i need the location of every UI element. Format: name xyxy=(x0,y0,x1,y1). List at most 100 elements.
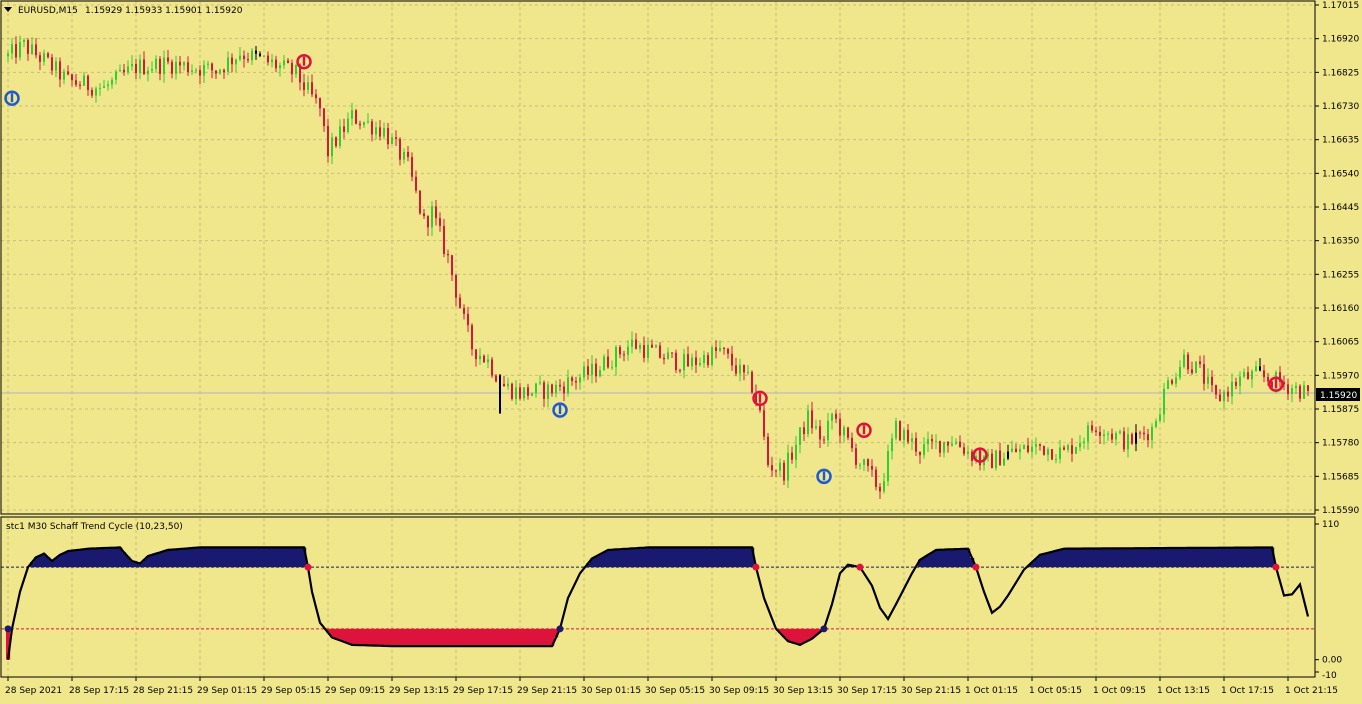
stc-up-fill xyxy=(282,547,287,568)
candle[interactable] xyxy=(995,449,997,471)
current-price-label: 1.15920 xyxy=(1320,391,1357,401)
stc-up-fill xyxy=(1146,548,1151,568)
stc-up-fill xyxy=(1142,548,1147,568)
candle[interactable] xyxy=(875,466,877,491)
stc-down-fill xyxy=(366,628,371,646)
stc-cross-dot xyxy=(972,563,980,571)
stc-up-fill xyxy=(706,547,711,568)
stc-up-fill xyxy=(290,547,295,568)
stc-up-fill xyxy=(1130,548,1135,568)
stc-up-fill xyxy=(226,547,231,568)
stc-up-fill xyxy=(70,550,75,568)
stc-up-fill xyxy=(170,549,175,568)
stc-up-fill xyxy=(626,548,631,568)
candle[interactable] xyxy=(763,404,765,441)
stc-up-fill xyxy=(1070,548,1075,568)
time-tick-label: 1 Oct 01:15 xyxy=(965,686,1018,696)
candle[interactable] xyxy=(1043,445,1045,456)
price-tick-label: 1.16825 xyxy=(1322,68,1359,78)
stc-up-fill xyxy=(1134,548,1139,568)
time-tick-label: 29 Sep 01:15 xyxy=(197,686,257,696)
candle[interactable] xyxy=(675,349,677,373)
candle[interactable] xyxy=(895,417,897,441)
stc-up-fill xyxy=(1138,548,1143,568)
stc-up-fill xyxy=(1190,547,1195,568)
stc-down-fill xyxy=(342,628,347,642)
stc-down-fill xyxy=(346,628,351,644)
stc-up-fill xyxy=(86,548,91,568)
stc-up-fill xyxy=(1042,553,1047,568)
candle[interactable] xyxy=(491,356,493,378)
stc-up-fill xyxy=(1250,547,1255,568)
stc-up-fill xyxy=(1222,547,1227,568)
stc-up-fill xyxy=(606,549,611,568)
stc-up-fill xyxy=(154,553,159,568)
stc-up-fill xyxy=(1050,551,1055,568)
stc-up-fill xyxy=(218,547,223,568)
stc-up-fill xyxy=(614,549,619,568)
candle[interactable] xyxy=(1131,432,1133,445)
candle[interactable] xyxy=(511,382,513,401)
candle[interactable] xyxy=(1075,446,1077,455)
price-tick-label: 1.17015 xyxy=(1322,1,1359,11)
candle[interactable] xyxy=(899,420,901,442)
stc-down-fill xyxy=(466,628,471,647)
stc-up-fill xyxy=(182,548,187,568)
price-tick-label: 1.16065 xyxy=(1322,338,1359,348)
time-tick-label: 29 Sep 05:15 xyxy=(261,686,321,696)
candle[interactable] xyxy=(767,432,769,468)
price-tick-label: 1.15970 xyxy=(1322,371,1359,381)
stc-up-fill xyxy=(1266,547,1271,568)
time-tick-label: 30 Sep 13:15 xyxy=(773,686,833,696)
stc-up-fill xyxy=(162,551,167,568)
stc-up-fill xyxy=(634,548,639,568)
stc-up-fill xyxy=(90,548,95,568)
indicator-tick-label: 110 xyxy=(1322,520,1339,530)
stc-down-fill xyxy=(470,628,475,647)
stc-down-fill xyxy=(530,628,535,647)
candle[interactable] xyxy=(355,108,357,125)
stc-up-fill xyxy=(1178,547,1183,568)
price-tick-label: 1.16255 xyxy=(1322,270,1359,280)
stc-up-fill xyxy=(298,547,303,568)
stc-cross-dot xyxy=(1272,563,1280,571)
stc-up-fill xyxy=(114,547,119,568)
stc-up-fill xyxy=(650,547,655,568)
stc-down-fill xyxy=(386,628,391,646)
stc-up-fill xyxy=(198,547,203,568)
stc-up-fill xyxy=(654,547,659,568)
candle[interactable] xyxy=(419,190,421,215)
stc-up-fill xyxy=(202,547,207,568)
chart-window[interactable]: 1.17015 1.16920 1.16825 1.16730 1.16635 1.165… xyxy=(0,0,1362,700)
stc-up-fill xyxy=(178,548,183,568)
stc-down-fill xyxy=(394,628,399,647)
candle[interactable] xyxy=(751,370,753,395)
candle[interactable] xyxy=(1051,449,1053,461)
stc-up-fill xyxy=(1186,547,1191,568)
stc-up-fill xyxy=(950,549,955,568)
stc-up-fill xyxy=(942,549,947,568)
candle[interactable] xyxy=(1195,361,1197,374)
time-tick-label: 29 Sep 09:15 xyxy=(325,686,385,696)
candle[interactable] xyxy=(711,345,713,367)
stc-up-fill xyxy=(722,547,727,568)
stc-up-fill xyxy=(1198,547,1203,568)
stc-down-fill xyxy=(418,628,423,647)
time-tick-label: 28 Sep 17:15 xyxy=(69,686,129,696)
stc-up-fill xyxy=(1114,548,1119,568)
stc-down-fill xyxy=(422,628,427,647)
stc-up-fill xyxy=(66,551,71,568)
stc-up-fill xyxy=(742,547,747,568)
stc-up-fill xyxy=(1226,547,1231,568)
stc-down-fill xyxy=(510,628,515,647)
stc-up-fill xyxy=(1074,548,1079,568)
time-tick-label: 1 Oct 13:15 xyxy=(1157,686,1210,696)
stc-cross-dot xyxy=(752,563,760,571)
stc-up-fill xyxy=(666,547,671,568)
stc-up-fill xyxy=(718,547,723,568)
time-tick-label: 29 Sep 21:15 xyxy=(517,686,577,696)
stc-down-fill xyxy=(438,628,443,647)
candle[interactable] xyxy=(603,354,605,371)
stc-up-fill xyxy=(678,547,683,568)
stc-up-fill xyxy=(1254,547,1259,568)
